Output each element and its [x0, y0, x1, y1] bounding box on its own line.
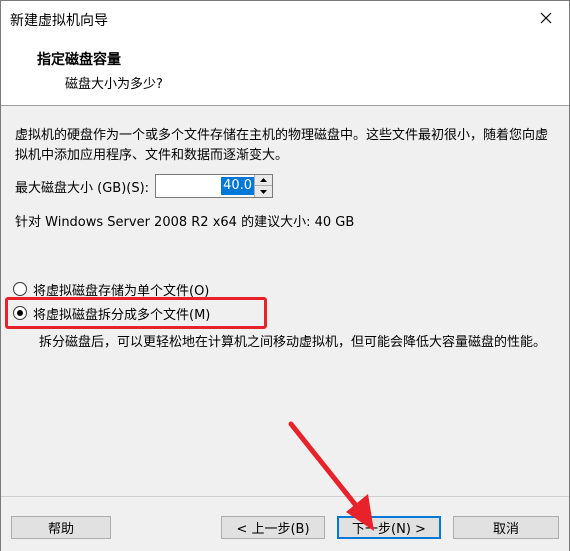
radio-single-file-label: 将虚拟磁盘存储为单个文件(O): [33, 283, 210, 299]
disk-size-spinner[interactable]: 40.0: [155, 174, 274, 198]
wizard-content: 虚拟机的硬盘作为一个或多个文件存储在主机的物理磁盘中。这些文件最初很小，随着您向…: [1, 106, 569, 496]
radio-circle[interactable]: [13, 282, 27, 296]
close-button[interactable]: [523, 1, 569, 35]
triangle-down-icon: [260, 189, 268, 194]
help-button[interactable]: 帮助: [11, 516, 111, 539]
disk-size-input[interactable]: 40.0: [221, 177, 255, 195]
wizard-header: 指定磁盘容量 磁盘大小为多少?: [1, 35, 569, 106]
spinner-buttons: [254, 175, 273, 197]
wizard-window: 新建虚拟机向导 指定磁盘容量 磁盘大小为多少? 虚拟机的硬盘作为一个或多个文件存…: [0, 0, 570, 551]
header-subtitle: 磁盘大小为多少?: [65, 77, 163, 92]
close-icon: [540, 12, 552, 24]
highlight-box: [5, 297, 267, 329]
recommended-size: 针对 Windows Server 2008 R2 x64 的建议大小: 40 …: [15, 215, 355, 230]
wizard-footer: 帮助 < 上一步(B) 下一步(N) > 取消: [1, 496, 569, 551]
disk-description: 虚拟机的硬盘作为一个或多个文件存储在主机的物理磁盘中。这些文件最初很小，随着您向…: [15, 128, 549, 163]
triangle-up-icon: [260, 178, 268, 182]
disk-size-row: 最大磁盘大小 (GB)(S): 40.0: [15, 173, 274, 199]
disk-size-label: 最大磁盘大小 (GB)(S):: [15, 180, 150, 196]
cancel-button[interactable]: 取消: [453, 516, 559, 539]
split-description: 拆分磁盘后，可以更轻松地在计算机之间移动虚拟机，但可能会降低大容量磁盘的性能。: [39, 335, 547, 350]
window-title: 新建虚拟机向导: [10, 13, 108, 29]
title-bar: 新建虚拟机向导: [1, 1, 569, 35]
spinner-down-button[interactable]: [255, 186, 272, 197]
next-button[interactable]: 下一步(N) >: [337, 516, 441, 539]
back-button[interactable]: < 上一步(B): [221, 516, 325, 539]
header-title: 指定磁盘容量: [37, 52, 121, 68]
spinner-up-button[interactable]: [255, 175, 273, 186]
